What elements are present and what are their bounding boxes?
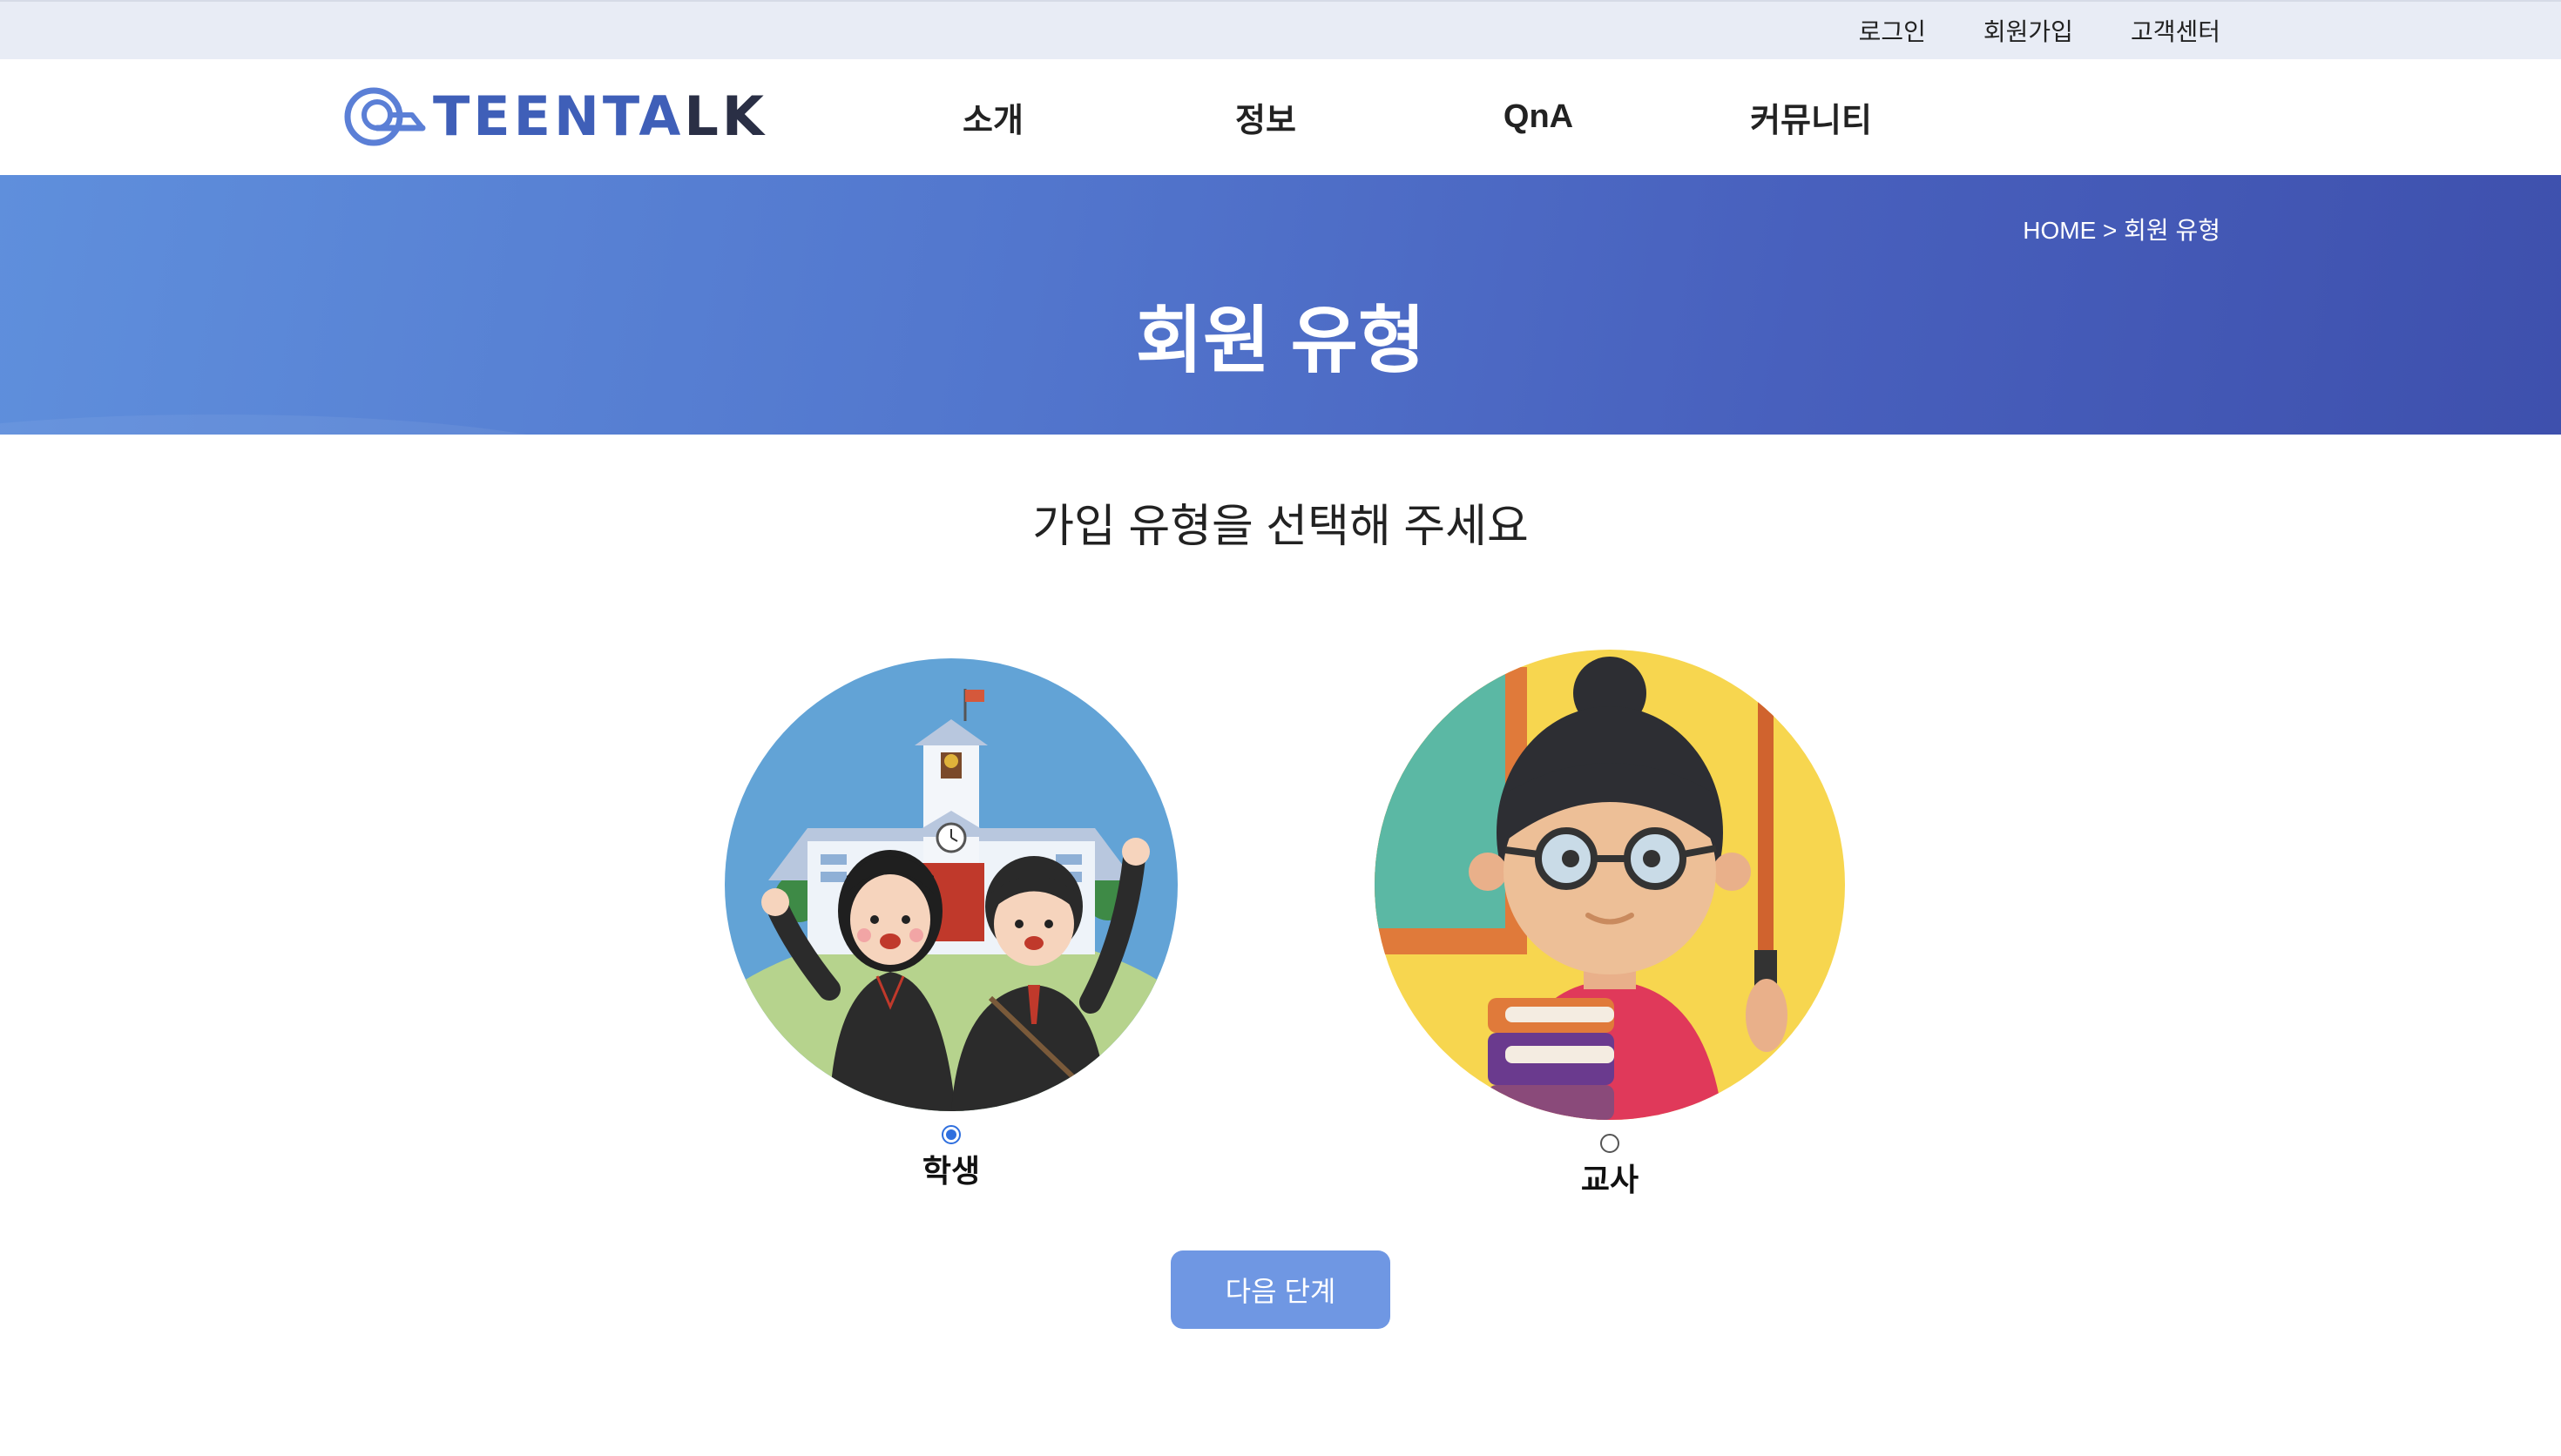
speech-bubble-icon (344, 87, 426, 146)
next-step-button[interactable]: 다음 단계 (1171, 1250, 1390, 1329)
nav-item-qna[interactable]: QnA (1451, 98, 1625, 136)
login-link[interactable]: 로그인 (1859, 13, 1926, 48)
teacher-label: 교사 (1580, 1162, 1639, 1197)
nav-item-intro[interactable]: 소개 (906, 93, 1080, 141)
member-type-option-student[interactable]: 학생 (707, 658, 1195, 1191)
utility-links: 로그인 회원가입 고객센터 (1859, 2, 2220, 59)
member-type-option-teacher[interactable]: 교사 (1366, 650, 1854, 1200)
teacher-illustration (1375, 650, 1845, 1120)
section-subtitle: 가입 유형을 선택해 주세요 (1032, 502, 1529, 552)
page-title: 회원 유형 (1135, 300, 1426, 381)
hero-decoration (0, 415, 610, 435)
site-header: TEENTALK 소개 정보 QnA 커뮤니티 (0, 59, 2561, 175)
logo[interactable]: TEENTALK (342, 84, 767, 150)
support-link[interactable]: 고객센터 (2131, 13, 2220, 48)
teacher-radio[interactable] (1600, 1134, 1619, 1153)
logo-text-lk: LK (684, 84, 767, 148)
breadcrumb: HOME > 회원 유형 (2023, 217, 2220, 244)
nav-item-info[interactable]: 정보 (1179, 93, 1353, 141)
student-label: 학생 (922, 1153, 981, 1189)
utility-bar: 로그인 회원가입 고객센터 (0, 0, 2561, 59)
hero-banner: HOME > 회원 유형 회원 유형 (0, 175, 2561, 435)
nav-item-community[interactable]: 커뮤니티 (1724, 93, 1898, 141)
main-nav: 소개 정보 QnA 커뮤니티 (906, 59, 1997, 175)
student-illustration (725, 658, 1178, 1111)
student-radio[interactable] (942, 1125, 961, 1144)
signup-link[interactable]: 회원가입 (1983, 13, 2073, 48)
logo-text: TEENTALK (433, 90, 767, 144)
logo-text-teenta: TEENTA (433, 84, 685, 148)
